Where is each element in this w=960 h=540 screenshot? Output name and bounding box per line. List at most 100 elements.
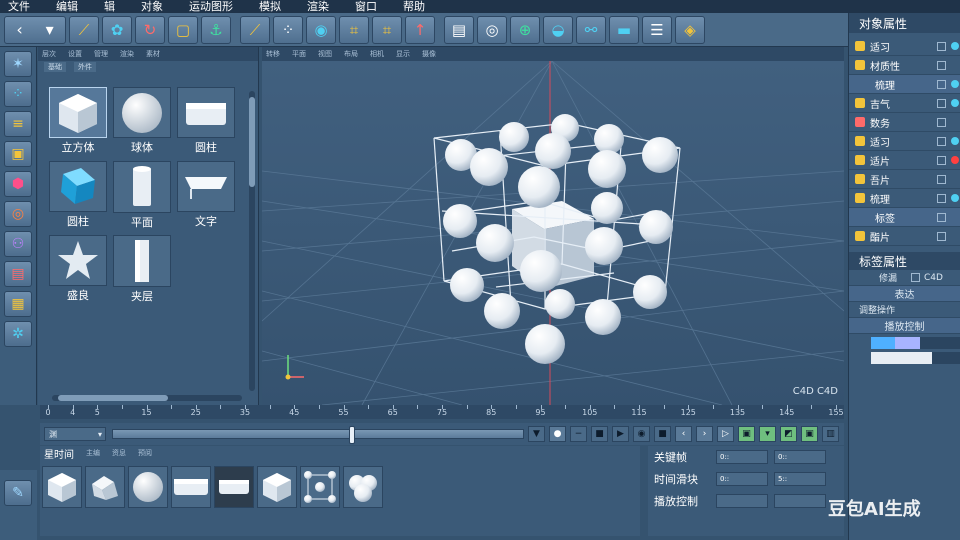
live-select-button[interactable]: ⟋ xyxy=(69,15,99,44)
timeline-handle[interactable] xyxy=(348,426,355,444)
object-list-item[interactable]: 材质性 xyxy=(849,56,960,75)
color-bar-2[interactable] xyxy=(871,352,960,364)
menu-file[interactable]: 文件 xyxy=(8,0,30,13)
tag-dot-icon[interactable] xyxy=(951,156,959,164)
ring-button[interactable]: ⁘ xyxy=(273,15,303,44)
scale-button[interactable]: ▢ xyxy=(168,15,198,44)
key-book-button[interactable]: ▥ xyxy=(822,426,839,442)
subtab-external[interactable]: 外件 xyxy=(74,62,96,72)
object-slab[interactable]: 夹层 xyxy=(112,235,172,303)
object-list-item[interactable]: 梳理 xyxy=(849,189,960,208)
play-button[interactable]: ▶ xyxy=(612,426,629,442)
record-button[interactable]: ● xyxy=(549,426,566,442)
tag-dot-icon[interactable] xyxy=(951,99,959,107)
object-list-item[interactable]: 适习 xyxy=(849,132,960,151)
material-cylinder[interactable] xyxy=(171,466,211,508)
visibility-checkbox[interactable] xyxy=(937,60,946,70)
material-cluster[interactable] xyxy=(343,466,383,508)
ring-tool-button[interactable]: ◎ xyxy=(4,201,32,227)
tab-manage[interactable]: 管理 xyxy=(94,49,108,59)
tag-row-adjust[interactable]: 调整操作 xyxy=(849,302,960,318)
subtab-basic[interactable]: 基础 xyxy=(44,62,66,72)
tag-dot-icon[interactable] xyxy=(951,80,959,88)
object-text[interactable]: 文字 xyxy=(176,161,236,229)
stop-button[interactable]: ■ xyxy=(591,426,608,442)
visibility-checkbox[interactable] xyxy=(937,155,946,165)
viewport-scene[interactable] xyxy=(262,61,844,405)
tag-dot-icon[interactable] xyxy=(951,194,959,202)
3d-viewport[interactable]: 转移 平面 视图 布局 相机 显示 摄像 C4D C4D xyxy=(262,47,844,405)
mtab-time[interactable]: 星时间 xyxy=(44,446,74,461)
visibility-checkbox[interactable] xyxy=(937,212,946,222)
tab-render[interactable]: 渲染 xyxy=(120,49,134,59)
menu-object[interactable]: 对象 xyxy=(141,0,163,13)
scroll-thumb[interactable] xyxy=(249,97,255,187)
material-lattice[interactable] xyxy=(300,466,340,508)
material-cube[interactable] xyxy=(42,466,82,508)
object-list-item[interactable]: 适片 xyxy=(849,151,960,170)
visibility-checkbox[interactable] xyxy=(937,98,946,108)
layers-tool-button[interactable]: ≡ xyxy=(4,111,32,137)
vtab-camera[interactable]: 相机 xyxy=(370,49,384,59)
clapper-tool-button[interactable]: ▤ xyxy=(4,261,32,287)
tag-checkbox[interactable] xyxy=(911,273,921,282)
loop-button[interactable]: ◉ xyxy=(633,426,650,442)
sphere-mode-button[interactable]: ⊕ xyxy=(510,15,540,44)
vtab-view[interactable]: 视图 xyxy=(318,49,332,59)
playback-field-1[interactable] xyxy=(716,494,768,508)
sphere-button[interactable]: ◉ xyxy=(306,15,336,44)
material-cube-2[interactable] xyxy=(257,466,297,508)
visibility-checkbox[interactable] xyxy=(937,79,946,89)
mtab-preview[interactable]: 预阅 xyxy=(138,448,152,458)
undo-redo-button[interactable]: ‹ ▾ xyxy=(4,15,66,44)
visibility-checkbox[interactable] xyxy=(937,41,946,51)
minus-button[interactable]: − xyxy=(570,426,587,442)
mtab-main[interactable]: 主编 xyxy=(86,448,100,458)
object-list-item[interactable]: 吾片 xyxy=(849,170,960,189)
color-bar-1[interactable] xyxy=(871,337,960,349)
particles-tool-button[interactable]: ✲ xyxy=(4,321,32,347)
timeline-dropdown-button[interactable]: ▼ xyxy=(528,426,545,442)
vtab-display[interactable]: 显示 xyxy=(396,49,410,59)
next-button[interactable]: › xyxy=(696,426,713,442)
object-list-item[interactable]: 数务 xyxy=(849,113,960,132)
keyframe-field-1[interactable]: 0:: xyxy=(716,450,768,464)
material-fragment[interactable] xyxy=(85,466,125,508)
rotate-button[interactable]: ↻ xyxy=(135,15,165,44)
move-button[interactable]: ✿ xyxy=(102,15,132,44)
prev-button[interactable]: ‹ xyxy=(675,426,692,442)
texture-tool-button[interactable]: ▣ xyxy=(4,141,32,167)
material-dark-cylinder[interactable] xyxy=(214,466,254,508)
menu-edit[interactable]: 编辑 xyxy=(56,0,78,13)
menu-mograph[interactable]: 运动图形 xyxy=(189,0,233,13)
object-star[interactable]: 盛良 xyxy=(48,235,108,303)
object-list-item[interactable]: 吉气 xyxy=(849,94,960,113)
brush-tool-button[interactable]: ✎ xyxy=(4,480,32,506)
stop2-button[interactable]: ■ xyxy=(654,426,671,442)
tab-hierarchy[interactable]: 层次 xyxy=(42,49,56,59)
list-button[interactable]: ☰ xyxy=(642,15,672,44)
visibility-checkbox[interactable] xyxy=(937,231,946,241)
time-slider-field-2[interactable]: 5:: xyxy=(774,472,826,486)
vtab-capture[interactable]: 摄像 xyxy=(422,49,436,59)
tag-dot-icon[interactable] xyxy=(951,42,959,50)
object-list-item[interactable]: 适习 xyxy=(849,37,960,56)
light-bulb-button[interactable]: ◈ xyxy=(675,15,705,44)
vtab-layout[interactable]: 布局 xyxy=(344,49,358,59)
tag-row-repair[interactable]: 修漏 C4D xyxy=(849,270,960,286)
forward-button[interactable]: ▷ xyxy=(717,426,734,442)
key-down-button[interactable]: ▾ xyxy=(759,426,776,442)
camera-button[interactable]: ◎ xyxy=(477,15,507,44)
select-tool-button[interactable]: ✶ xyxy=(4,51,32,77)
object-list-item[interactable]: 酯片 xyxy=(849,227,960,246)
disc-button[interactable]: ◒ xyxy=(543,15,573,44)
key-edit-button[interactable]: ◩ xyxy=(780,426,797,442)
timeline-ruler[interactable]: 0 4 5 15 25 35 45 55 65 75 85 95 105 115 125 135 145 155 xyxy=(40,405,844,419)
menu-window[interactable]: 窗口 xyxy=(355,0,377,13)
visibility-checkbox[interactable] xyxy=(937,174,946,184)
tag-dot-icon[interactable] xyxy=(951,137,959,145)
spline-button[interactable]: ⚯ xyxy=(576,15,606,44)
visibility-checkbox[interactable] xyxy=(937,193,946,203)
vtab-plane[interactable]: 平面 xyxy=(292,49,306,59)
object-plane[interactable]: 平面 xyxy=(112,161,172,229)
